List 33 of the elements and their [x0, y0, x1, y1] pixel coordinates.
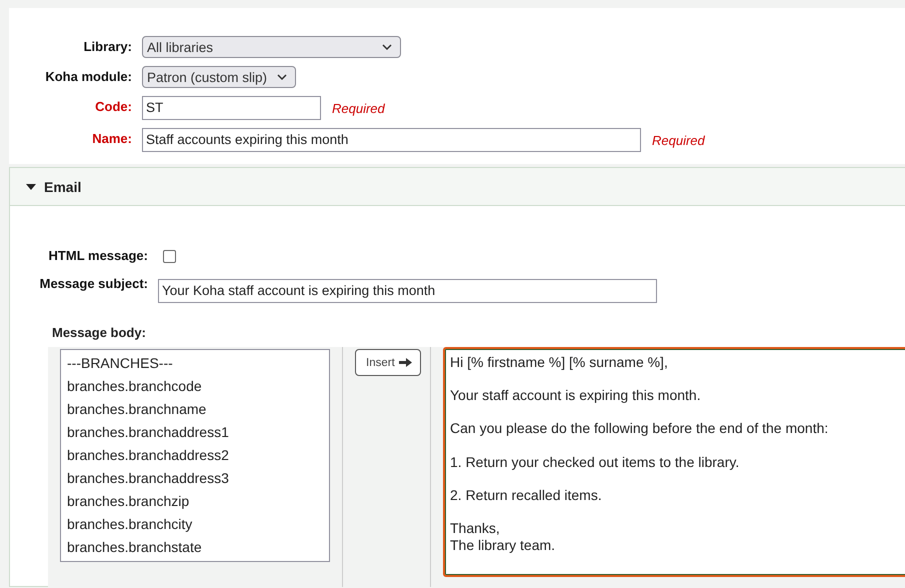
message-body-field[interactable]: Hi [% firstname %] [% surname %], Your staff account is expiring this month. Can you please do the following before the end of the month: 1. Return your checked out items to the library. 2. Return recalled items. Thanks, The library team. [443, 347, 905, 577]
section-title: Email [44, 178, 82, 194]
arrow-right-icon [398, 358, 412, 367]
chevron-icon [277, 74, 288, 80]
field-label: Name: [92, 130, 132, 146]
code-field[interactable]: ST [142, 96, 321, 120]
list-option[interactable]: branches.branchzip [61, 490, 329, 513]
list-option[interactable]: branches.branchaddress2 [61, 444, 329, 467]
field-label: Koha module: [45, 68, 132, 84]
subject-field[interactable]: Your Koha staff account is expiring this month [158, 279, 657, 303]
required-note: Required [652, 132, 705, 148]
placeholder-listbox[interactable]: ---BRANCHES--- branches.branchcode branches.branchname branches.branchaddress1 branches.branchaddress2 branches.branchaddress3 branches.branchzip branches.branchcity branches.branchstate [60, 349, 330, 562]
field-label: Library: [84, 38, 132, 54]
list-option[interactable]: branches.branchaddress1 [61, 421, 329, 444]
field-label: Message body: [52, 325, 146, 340]
list-option[interactable]: branches.branchaddress3 [61, 467, 329, 490]
insert-button[interactable]: Insert [355, 349, 421, 376]
library-dropdown[interactable]: All libraries [142, 36, 401, 58]
html-message-checkbox[interactable] [163, 250, 176, 263]
list-option[interactable]: branches.branchstate [61, 536, 329, 559]
field-label: Message subject: [40, 276, 148, 292]
name-field[interactable]: Staff accounts expiring this month [142, 128, 641, 152]
field-label: Code: [95, 98, 132, 114]
list-option[interactable]: branches.branchcity [61, 513, 329, 536]
caret-icon [26, 184, 36, 190]
list-option[interactable]: ---BRANCHES--- [61, 352, 329, 375]
email-section-header[interactable]: Email [10, 168, 905, 206]
module-dropdown[interactable]: Patron (custom slip) [142, 66, 296, 88]
required-note: Required [332, 100, 385, 116]
list-option[interactable]: branches.branchcode [61, 375, 329, 398]
list-option[interactable]: branches.branchname [61, 398, 329, 421]
chevron-icon [382, 44, 392, 50]
field-label: HTML message: [48, 248, 148, 264]
